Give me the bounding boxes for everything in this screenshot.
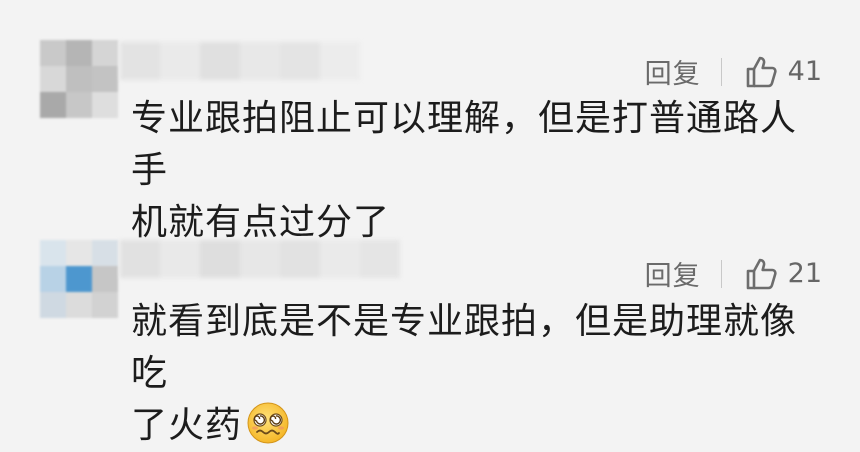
comment-text-line: 就看到底是不是专业跟拍，但是助理就像吃 <box>131 301 798 394</box>
thumbs-up-icon[interactable] <box>744 54 780 90</box>
comment-text: 专业跟拍阻止可以理解，但是打普通路人手 机就有点过分了 <box>131 93 831 249</box>
thumbs-up-icon[interactable] <box>744 256 780 292</box>
reply-button[interactable]: 回复 <box>645 254 701 293</box>
comment-text: 就看到底是不是专业跟拍，但是助理就像吃 了火药 <box>131 296 831 452</box>
comment-text-line: 了火药 <box>131 400 831 452</box>
comment-text-segment: 了火药 <box>131 405 243 446</box>
username-obscured[interactable] <box>120 240 420 278</box>
reply-button[interactable]: 回复 <box>645 52 701 91</box>
divider <box>720 57 722 86</box>
avatar[interactable] <box>40 40 118 118</box>
divider <box>720 259 722 288</box>
username-obscured[interactable] <box>120 42 360 80</box>
like-count: 41 <box>787 56 822 87</box>
like-count: 21 <box>787 258 822 289</box>
comment-actions: 回复 21 <box>645 254 822 293</box>
woozy-face-emoji-icon <box>247 402 289 444</box>
comment-actions: 回复 41 <box>645 52 822 91</box>
avatar[interactable] <box>40 240 118 318</box>
comment-text-line: 专业跟拍阻止可以理解，但是打普通路人手 <box>131 98 798 191</box>
